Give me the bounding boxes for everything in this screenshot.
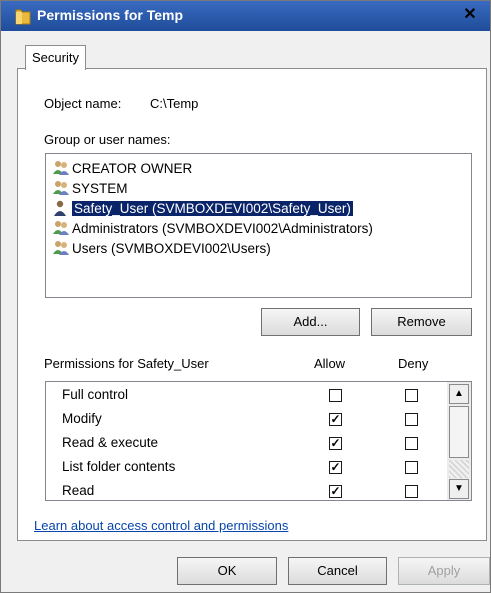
scroll-track[interactable] bbox=[449, 460, 469, 478]
permission-row-read: Read ✓ bbox=[46, 481, 446, 500]
permission-row-read-execute: Read & execute ✓ bbox=[46, 433, 446, 457]
group-users-icon bbox=[52, 240, 70, 256]
permission-row-full-control: Full control bbox=[46, 385, 446, 409]
cancel-button[interactable]: Cancel bbox=[288, 557, 387, 585]
remove-button[interactable]: Remove bbox=[371, 308, 472, 336]
list-item-safety-user[interactable]: Safety_User (SVMBOXDEVI002\Safety_User) bbox=[52, 199, 353, 218]
list-item-system[interactable]: SYSTEM bbox=[52, 179, 128, 198]
object-name-label: Object name: bbox=[44, 96, 122, 111]
close-button[interactable]: ✕ bbox=[456, 5, 484, 25]
window-title: Permissions for Temp bbox=[37, 7, 184, 23]
permissions-header: Permissions for Safety_User bbox=[44, 356, 209, 371]
group-users-icon bbox=[52, 220, 70, 236]
allow-checkbox[interactable]: ✓ bbox=[329, 461, 342, 474]
allow-checkbox[interactable]: ✓ bbox=[329, 413, 342, 426]
deny-checkbox[interactable] bbox=[405, 461, 418, 474]
allow-column-header: Allow bbox=[314, 356, 346, 371]
tab-security[interactable]: Security bbox=[25, 45, 86, 70]
list-item-administrators[interactable]: Administrators (SVMBOXDEVI002\Administra… bbox=[52, 219, 373, 238]
folder-icon bbox=[15, 7, 31, 25]
title-bar[interactable]: Permissions for Temp ✕ bbox=[1, 1, 490, 31]
group-or-user-names-label: Group or user names: bbox=[44, 132, 171, 147]
deny-column-header: Deny bbox=[398, 356, 429, 371]
permission-row-modify: Modify ✓ bbox=[46, 409, 446, 433]
learn-more-link[interactable]: Learn about access control and permissio… bbox=[34, 518, 288, 533]
scroll-up-icon[interactable]: ▲ bbox=[449, 384, 469, 404]
permission-row-list-folder-contents: List folder contents ✓ bbox=[46, 457, 446, 481]
group-users-icon bbox=[52, 180, 70, 196]
permissions-dialog: Permissions for Temp ✕ Security Object n… bbox=[0, 0, 491, 593]
allow-checkbox[interactable]: ✓ bbox=[329, 485, 342, 498]
list-item-creator-owner[interactable]: CREATOR OWNER bbox=[52, 159, 192, 178]
ok-button[interactable]: OK bbox=[177, 557, 277, 585]
scroll-thumb[interactable] bbox=[449, 406, 469, 458]
scroll-down-icon[interactable]: ▼ bbox=[449, 479, 469, 499]
list-item-users[interactable]: Users (SVMBOXDEVI002\Users) bbox=[52, 239, 271, 258]
deny-checkbox[interactable] bbox=[405, 485, 418, 498]
group-users-icon bbox=[52, 160, 70, 176]
user-list[interactable]: CREATOR OWNER SYSTEM Safety_User (SVMBOX… bbox=[45, 153, 472, 298]
permissions-list: Full control Modify ✓ Read & execute ✓ L… bbox=[45, 381, 472, 501]
add-button[interactable]: Add... bbox=[261, 308, 360, 336]
deny-checkbox[interactable] bbox=[405, 389, 418, 402]
allow-checkbox[interactable] bbox=[329, 389, 342, 402]
allow-checkbox[interactable]: ✓ bbox=[329, 437, 342, 450]
vertical-scrollbar[interactable]: ▲ ▼ bbox=[447, 382, 471, 500]
apply-button[interactable]: Apply bbox=[398, 557, 490, 585]
deny-checkbox[interactable] bbox=[405, 413, 418, 426]
object-name-value: C:\Temp bbox=[150, 96, 199, 111]
single-user-icon bbox=[52, 200, 70, 216]
deny-checkbox[interactable] bbox=[405, 437, 418, 450]
